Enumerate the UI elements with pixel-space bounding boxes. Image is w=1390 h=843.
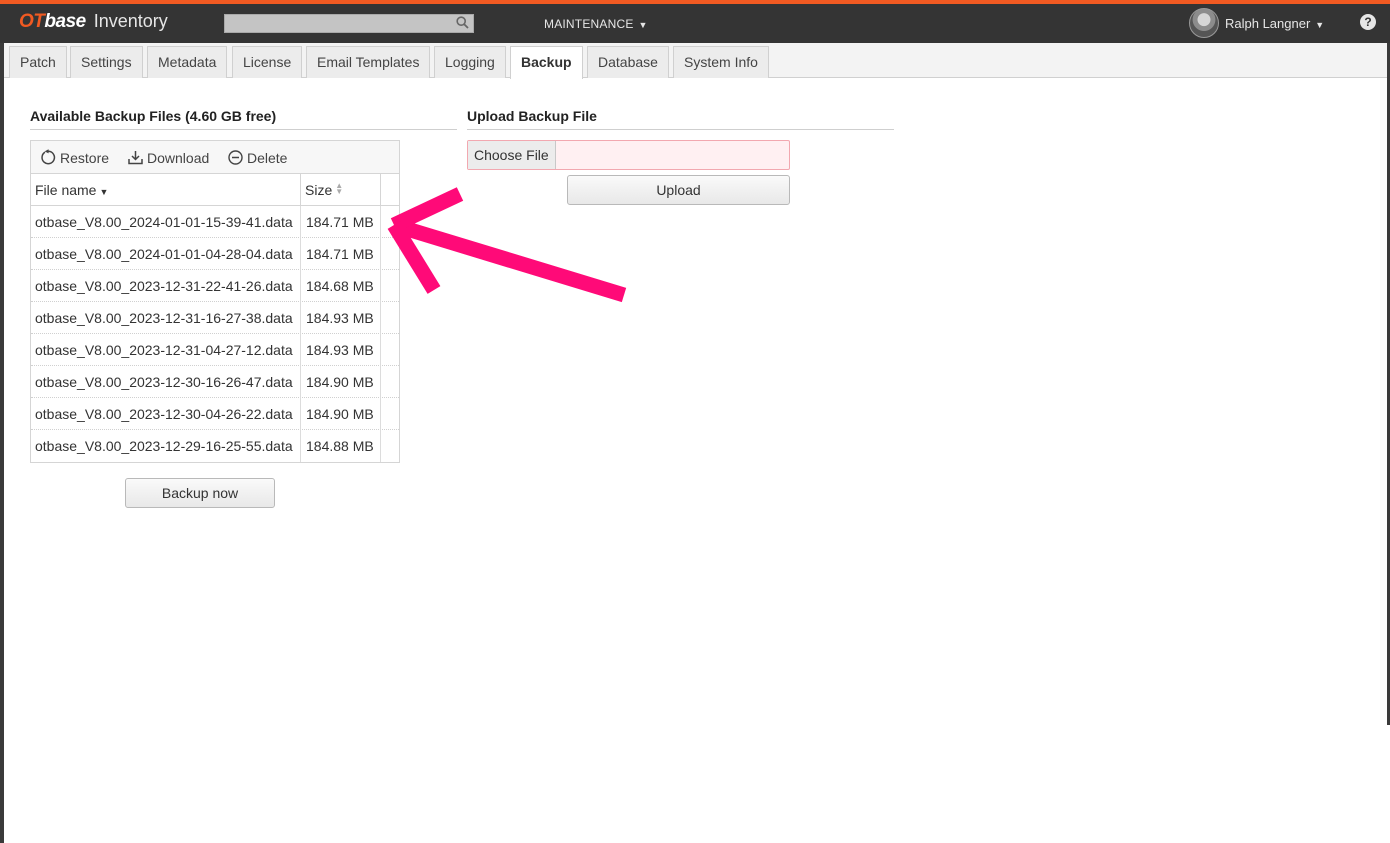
- app-logo[interactable]: OTbase Inventory: [19, 11, 168, 33]
- delete-button[interactable]: Delete: [227, 149, 287, 166]
- file-size-cell: 184.90 MB: [306, 374, 374, 390]
- window-frame-left: [0, 0, 4, 843]
- cell-divider: [380, 430, 381, 462]
- file-size-cell: 184.93 MB: [306, 342, 374, 358]
- file-size-cell: 184.68 MB: [306, 278, 374, 294]
- cell-divider: [300, 206, 301, 238]
- table-row[interactable]: otbase_V8.00_2023-12-31-22-41-26.data 18…: [31, 270, 399, 302]
- backup-files-grid: Restore Download Delete File name ▼ Size ▲…: [30, 140, 400, 463]
- logo-ot: OT: [19, 11, 45, 32]
- tab-patch[interactable]: Patch: [9, 46, 67, 78]
- available-backups-divider: [30, 129, 457, 130]
- column-header-file-name-label: File name: [35, 182, 97, 198]
- table-row[interactable]: otbase_V8.00_2023-12-30-04-26-22.data 18…: [31, 398, 399, 430]
- global-search-input[interactable]: [224, 14, 474, 33]
- download-icon: [127, 149, 144, 166]
- cell-divider: [300, 238, 301, 270]
- choose-file-button[interactable]: Choose File: [468, 141, 556, 169]
- restore-label: Restore: [60, 150, 110, 166]
- file-size-cell: 184.93 MB: [306, 310, 374, 326]
- tab-system-info[interactable]: System Info: [673, 46, 769, 78]
- cell-divider: [380, 398, 381, 430]
- upload-backup-divider: [467, 129, 894, 130]
- backup-grid-toolbar: Restore Download Delete: [31, 141, 399, 174]
- file-size-cell: 184.90 MB: [306, 406, 374, 422]
- cell-divider: [380, 334, 381, 366]
- cell-divider: [300, 270, 301, 302]
- file-size-cell: 184.88 MB: [306, 438, 374, 454]
- file-name-cell: otbase_V8.00_2023-12-31-16-27-38.data: [35, 310, 293, 326]
- annotation-arrow-icon: [387, 187, 627, 303]
- restore-icon: [40, 149, 57, 166]
- cell-divider: [300, 302, 301, 334]
- table-row[interactable]: otbase_V8.00_2023-12-31-04-27-12.data 18…: [31, 334, 399, 366]
- maintenance-tabs: Patch Settings Metadata License Email Te…: [4, 43, 1387, 79]
- file-name-cell: otbase_V8.00_2023-12-29-16-25-55.data: [35, 438, 293, 454]
- upload-backup-title: Upload Backup File: [467, 108, 597, 124]
- search-icon[interactable]: [456, 16, 469, 32]
- file-name-cell: otbase_V8.00_2023-12-30-16-26-47.data: [35, 374, 293, 390]
- tab-license[interactable]: License: [232, 46, 303, 78]
- tab-settings[interactable]: Settings: [70, 46, 143, 78]
- tab-logging[interactable]: Logging: [434, 46, 506, 78]
- file-size-cell: 184.71 MB: [306, 214, 374, 230]
- file-name-cell: otbase_V8.00_2023-12-30-04-26-22.data: [35, 406, 293, 422]
- cell-divider: [300, 430, 301, 462]
- user-avatar[interactable]: [1189, 8, 1219, 38]
- column-header-file-name[interactable]: File name ▼: [31, 174, 108, 206]
- sort-desc-icon: ▼: [99, 187, 109, 197]
- backup-now-button[interactable]: Backup now: [125, 478, 275, 508]
- delete-label: Delete: [247, 150, 288, 166]
- backup-file-input[interactable]: Choose File: [467, 140, 790, 170]
- cell-divider: [380, 366, 381, 398]
- top-navbar: OTbase Inventory MAINTENANCE ▼ Ralph Langn…: [0, 0, 1390, 43]
- table-row[interactable]: otbase_V8.00_2024-01-01-15-39-41.data 18…: [31, 206, 399, 238]
- table-row[interactable]: otbase_V8.00_2023-12-29-16-25-55.data 18…: [31, 430, 399, 462]
- available-backups-title: Available Backup Files (4.60 GB free): [30, 108, 277, 124]
- backup-file-list: otbase_V8.00_2024-01-01-15-39-41.data 18…: [31, 206, 399, 462]
- sort-both-icon: ▲ ▼: [335, 181, 344, 196]
- caret-down-icon: ▼: [1315, 20, 1325, 30]
- maintenance-menu-label: MAINTENANCE: [544, 17, 634, 31]
- tab-database[interactable]: Database: [587, 46, 669, 78]
- grid-header: File name ▼ Size ▲ ▼: [31, 174, 399, 206]
- file-name-cell: otbase_V8.00_2023-12-31-04-27-12.data: [35, 342, 293, 358]
- user-menu[interactable]: Ralph Langner ▼: [1225, 16, 1324, 31]
- caret-down-icon: ▼: [638, 20, 648, 30]
- tab-email-templates[interactable]: Email Templates: [306, 46, 431, 78]
- restore-button[interactable]: Restore: [40, 149, 109, 166]
- help-icon[interactable]: ?: [1360, 14, 1376, 30]
- logo-product-name: Inventory: [93, 11, 168, 31]
- table-row[interactable]: otbase_V8.00_2023-12-31-16-27-38.data 18…: [31, 302, 399, 334]
- tab-backup[interactable]: Backup: [510, 46, 583, 79]
- delete-icon: [227, 149, 244, 166]
- table-row[interactable]: otbase_V8.00_2024-01-01-04-28-04.data 18…: [31, 238, 399, 270]
- column-header-size[interactable]: Size ▲ ▼: [301, 174, 343, 206]
- table-row[interactable]: otbase_V8.00_2023-12-30-16-26-47.data 18…: [31, 366, 399, 398]
- maintenance-menu[interactable]: MAINTENANCE ▼: [544, 17, 648, 31]
- file-name-cell: otbase_V8.00_2024-01-01-04-28-04.data: [35, 246, 293, 262]
- cell-divider: [300, 366, 301, 398]
- tab-metadata[interactable]: Metadata: [147, 46, 228, 78]
- file-size-cell: 184.71 MB: [306, 246, 374, 262]
- cell-divider: [300, 398, 301, 430]
- file-name-cell: otbase_V8.00_2024-01-01-15-39-41.data: [35, 214, 293, 230]
- file-name-cell: otbase_V8.00_2023-12-31-22-41-26.data: [35, 278, 293, 294]
- column-header-size-label: Size: [305, 182, 333, 198]
- logo-base: base: [44, 11, 86, 32]
- download-button[interactable]: Download: [127, 149, 209, 166]
- cell-divider: [300, 334, 301, 366]
- user-name: Ralph Langner: [1225, 16, 1311, 31]
- download-label: Download: [147, 150, 210, 166]
